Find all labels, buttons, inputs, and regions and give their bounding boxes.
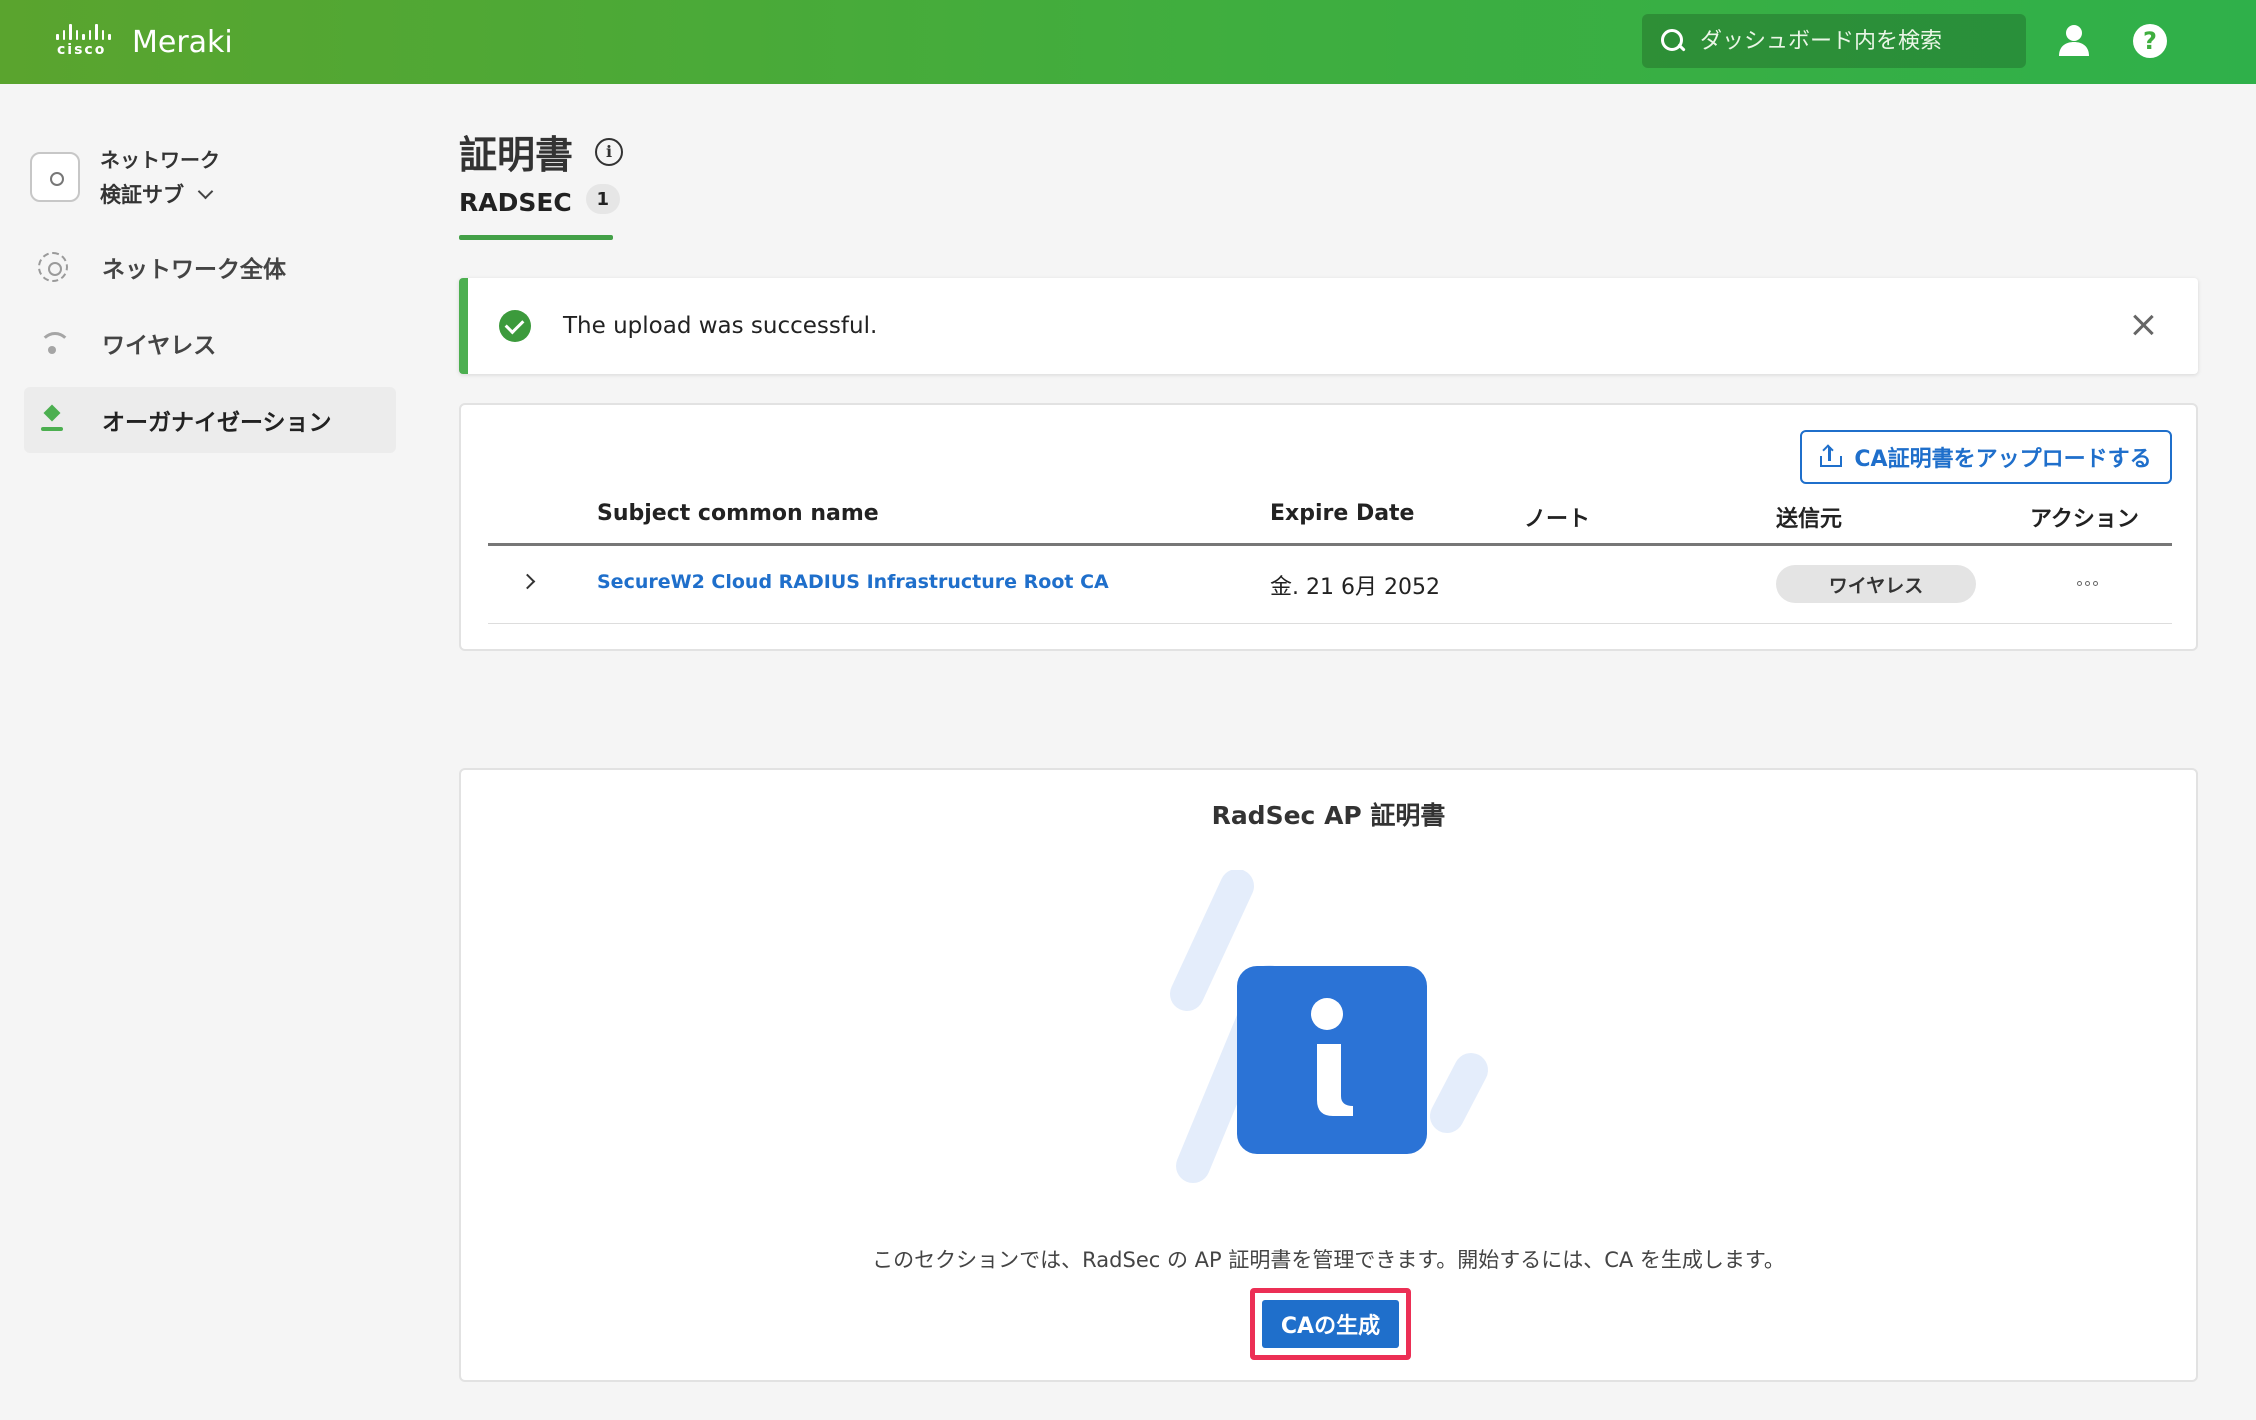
network-name: 検証サブ [100,183,184,207]
table-row-divider [488,623,2172,624]
sidebar-item-wireless[interactable]: ワイヤレス [24,310,396,376]
globe-icon [38,252,68,282]
search-icon [1660,28,1686,54]
cisco-logo-icon: cisco [54,22,116,62]
sidebar: ネットワーク 検証サブ ネットワーク全体 ワイヤレス オーガナイゼーション [0,84,420,1420]
generate-ca-highlight: CAの生成 [1250,1288,1411,1360]
cisco-meraki-logo[interactable]: cisco Meraki [54,20,233,64]
cisco-wordmark: cisco [57,42,107,58]
column-header-source[interactable]: 送信元 [1776,501,1842,533]
generate-ca-button[interactable]: CAの生成 [1262,1300,1399,1348]
radsec-ap-title: RadSec AP 証明書 [1211,801,1446,830]
chevron-right-icon[interactable] [519,573,536,590]
upload-icon [1820,444,1843,468]
sidebar-item-organization[interactable]: オーガナイゼーション [24,387,396,453]
tab-label: RADSEC [459,188,572,217]
network-icon [30,151,80,202]
user-icon[interactable] [2056,22,2092,58]
tab-active-indicator [459,235,613,240]
tab-radsec[interactable]: RADSEC 1 [459,184,620,240]
info-icon[interactable]: i [595,137,624,166]
chevron-down-icon [197,183,214,199]
table-header-divider [488,543,2172,546]
check-circle-icon [499,310,531,342]
wifi-icon [38,328,71,358]
source-badge: ワイヤレス [1776,565,1976,603]
column-header-subject[interactable]: Subject common name [597,501,879,526]
column-header-expire-date[interactable]: Expire Date [1270,501,1414,526]
page-title: 証明書 i [459,124,624,179]
page-title-text: 証明書 [459,133,574,177]
network-selector[interactable]: ネットワーク 検証サブ [30,144,220,209]
sidebar-item-label: オーガナイゼーション [102,410,332,436]
upload-ca-certificate-button[interactable]: CA証明書をアップロードする [1800,430,2172,484]
sidebar-item-network-wide[interactable]: ネットワーク全体 [24,234,396,300]
radsec-ap-card: RadSec AP 証明書 このセクションでは、RadSec の AP 証明書を… [459,768,2198,1382]
column-header-action: アクション [2030,507,2139,532]
column-header-note[interactable]: ノート [1524,501,1590,533]
tab-count-badge: 1 [585,184,620,214]
meraki-wordmark: Meraki [132,24,233,60]
alert-message: The upload was successful. [563,313,878,339]
certificates-card: CA証明書をアップロードする Subject common name Expir… [459,403,2198,651]
close-icon[interactable] [2132,314,2154,336]
network-label: ネットワーク [100,148,220,172]
top-header: cisco Meraki ? [0,0,2256,84]
dashboard-search[interactable] [1642,14,2026,68]
radsec-ap-description: このセクションでは、RadSec の AP 証明書を管理できます。開始するには、… [872,1248,1785,1272]
more-actions-icon[interactable] [2077,581,2098,586]
success-alert: The upload was successful. [459,278,2198,374]
sidebar-item-label: ワイヤレス [102,333,217,359]
expire-date-cell: 金. 21 6月 2052 [1270,575,1440,600]
help-icon[interactable]: ? [2133,24,2167,58]
organization-icon [38,405,68,435]
certificate-name-link[interactable]: SecureW2 Cloud RADIUS Infrastructure Roo… [597,571,1109,593]
sidebar-item-label: ネットワーク全体 [102,257,286,283]
info-illustration-icon [1170,870,1488,1183]
upload-button-label: CA証明書をアップロードする [1854,447,2152,472]
search-input[interactable] [1700,28,2000,54]
